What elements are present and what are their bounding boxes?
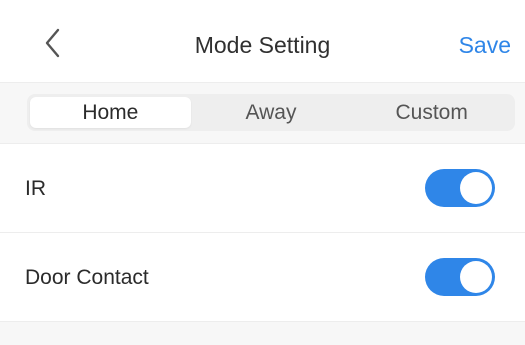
bottom-background bbox=[0, 322, 525, 345]
setting-row-door-contact: Door Contact bbox=[0, 233, 525, 322]
setting-label-door-contact: Door Contact bbox=[25, 266, 149, 289]
ir-toggle[interactable] bbox=[425, 169, 495, 207]
back-button[interactable] bbox=[38, 26, 68, 60]
door-contact-toggle[interactable] bbox=[425, 258, 495, 296]
toggle-knob bbox=[460, 172, 492, 204]
top-bar: Mode Setting Save bbox=[0, 0, 525, 83]
save-button[interactable]: Save bbox=[459, 32, 511, 59]
setting-label-ir: IR bbox=[25, 177, 46, 200]
mode-selector-area: Home Away Custom bbox=[0, 83, 525, 144]
tab-away[interactable]: Away bbox=[191, 97, 352, 128]
setting-row-ir: IR bbox=[0, 144, 525, 233]
mode-segmented-control: Home Away Custom bbox=[27, 94, 515, 131]
tab-custom[interactable]: Custom bbox=[351, 97, 512, 128]
tab-home[interactable]: Home bbox=[30, 97, 191, 128]
toggle-knob bbox=[460, 261, 492, 293]
chevron-left-icon bbox=[38, 26, 68, 60]
page-title: Mode Setting bbox=[194, 32, 331, 58]
